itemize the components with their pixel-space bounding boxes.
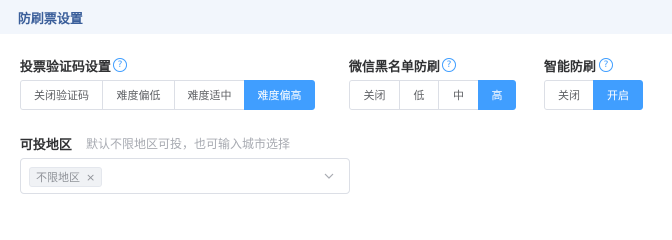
smart-antispam-segmented: 关闭 开启 [544,80,643,110]
region-label: 可投地区 [20,138,73,153]
section-header: 防刷票设置 [0,0,672,34]
vote-captcha-option-low[interactable]: 难度偏低 [102,80,175,110]
vote-captcha-option-medium[interactable]: 难度适中 [174,80,245,110]
question-circle-icon[interactable]: ? [599,58,613,72]
region-tag-label: 不限地区 [36,171,80,184]
close-icon[interactable]: × [86,171,95,184]
wechat-blacklist-segmented: 关闭 低 中 高 [349,80,516,110]
question-circle-icon[interactable]: ? [113,58,127,72]
region-select[interactable]: 不限地区 × [20,158,350,194]
wechat-blacklist-option-off[interactable]: 关闭 [349,80,400,110]
vote-captcha-segmented: 关闭验证码 难度偏低 难度适中 难度偏高 [20,80,315,110]
region-hint: 默认不限地区可投，也可输入城市选择 [86,137,291,151]
vote-captcha-option-off[interactable]: 关闭验证码 [20,80,103,110]
wechat-blacklist-label: 微信黑名单防刷 [349,60,441,75]
region-tag: 不限地区 × [29,167,103,187]
question-circle-icon[interactable]: ? [442,58,456,72]
smart-antispam-option-off[interactable]: 关闭 [544,80,594,110]
wechat-blacklist-option-high[interactable]: 高 [478,80,516,110]
section-title: 防刷票设置 [18,12,84,27]
vote-captcha-label: 投票验证码设置 [20,60,112,75]
wechat-blacklist-option-low[interactable]: 低 [399,80,439,110]
chevron-down-icon[interactable] [323,170,335,182]
smart-antispam-option-on[interactable]: 开启 [593,80,643,110]
vote-captcha-option-high[interactable]: 难度偏高 [244,80,315,110]
smart-antispam-label: 智能防刷 [544,60,597,75]
wechat-blacklist-option-medium[interactable]: 中 [438,80,479,110]
